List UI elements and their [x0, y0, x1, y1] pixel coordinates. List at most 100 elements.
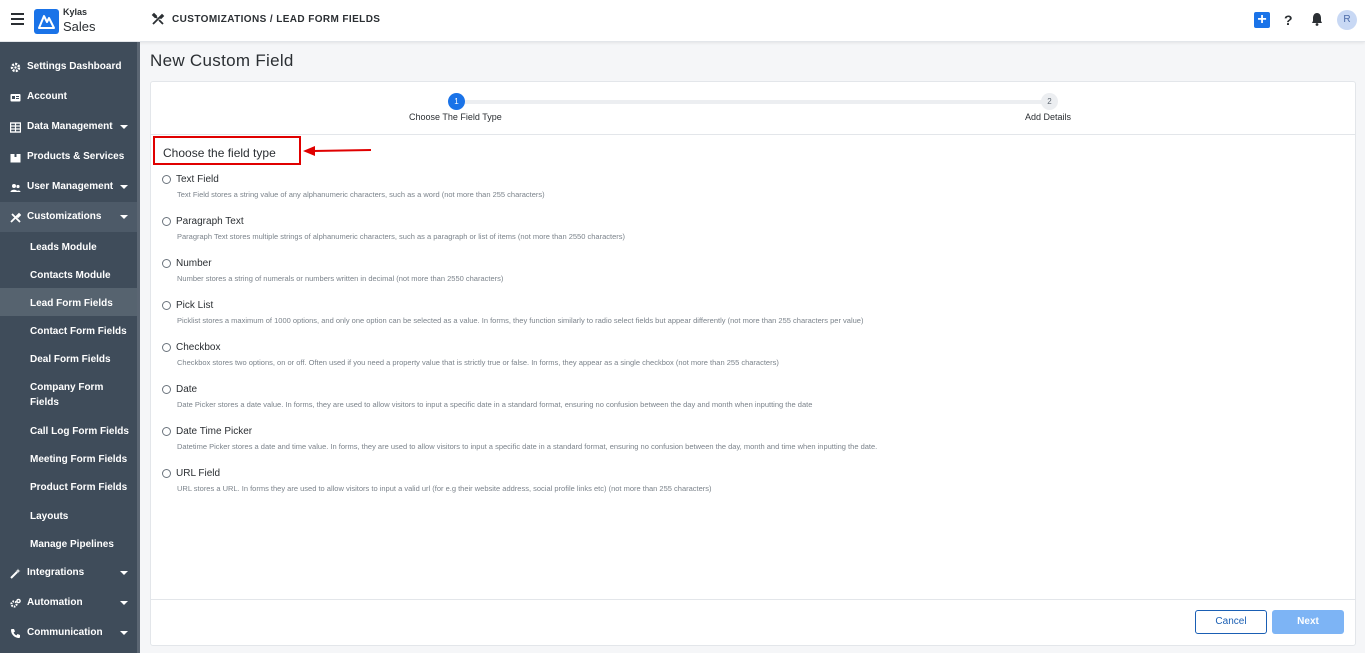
next-button[interactable]: Next: [1272, 610, 1344, 634]
sidebar-item-user-management[interactable]: User Management: [0, 172, 137, 202]
id-card-icon: [10, 92, 21, 103]
sidebar-item-label: Data Management: [27, 121, 113, 132]
sidebar-subitem-label: Company Form Fields: [30, 382, 104, 408]
option-description: Checkbox stores two options, on or off. …: [177, 358, 779, 367]
option-description: Paragraph Text stores multiple strings o…: [177, 232, 625, 241]
step-1-indicator: 1: [448, 93, 465, 110]
sidebar-item-label: User Management: [27, 181, 114, 192]
sidebar-item-label: Account: [27, 91, 67, 102]
radio-button[interactable]: [162, 301, 171, 310]
sidebar-item-automation[interactable]: Automation: [0, 588, 137, 618]
radio-button[interactable]: [162, 175, 171, 184]
field-type-option-text-field[interactable]: Text Field Text Field stores a string va…: [162, 174, 1062, 208]
field-type-option-pick-list[interactable]: Pick List Picklist stores a maximum of 1…: [162, 300, 1062, 334]
step-2-indicator: 2: [1041, 93, 1058, 110]
field-type-option-paragraph-text[interactable]: Paragraph Text Paragraph Text stores mul…: [162, 216, 1062, 250]
chevron-down-icon: [120, 631, 128, 635]
sidebar-subitem-lead-form-fields[interactable]: Lead Form Fields: [0, 288, 137, 316]
sidebar-item-label: Integrations: [27, 567, 85, 578]
gear-icon: [10, 62, 21, 73]
sidebar-subitem-contacts-module[interactable]: Contacts Module: [0, 260, 137, 288]
radio-button[interactable]: [162, 427, 171, 436]
radio-button[interactable]: [162, 385, 171, 394]
users-icon: [10, 182, 21, 193]
option-name: Date Time Picker: [176, 426, 253, 437]
add-plus-button[interactable]: +: [1254, 12, 1270, 28]
chevron-down-icon: [120, 571, 128, 575]
help-button[interactable]: ?: [1284, 12, 1293, 28]
sidebar-subitem-label: Layouts: [30, 511, 69, 522]
table-icon: [9, 122, 22, 133]
sidebar-subitem-label: Deal Form Fields: [30, 354, 111, 365]
option-name: Date: [176, 384, 198, 395]
divider: [151, 599, 1355, 600]
option-description: Number stores a string of numerals or nu…: [177, 274, 504, 283]
option-name: Pick List: [176, 300, 214, 311]
sidebar-subitem-label: Manage Pipelines: [30, 539, 114, 550]
sidebar-item-label: Products & Services: [27, 151, 125, 162]
brand-name: Kylas: [63, 7, 88, 17]
field-type-option-date-time-picker[interactable]: Date Time Picker Datetime Picker stores …: [162, 426, 1062, 460]
field-type-option-url-field[interactable]: URL Field URL stores a URL. In forms the…: [162, 468, 1062, 502]
tools-icon: [10, 212, 22, 223]
radio-button[interactable]: [162, 259, 171, 268]
bell-icon[interactable]: [1311, 12, 1323, 26]
radio-button[interactable]: [162, 217, 171, 226]
sidebar-subitem-label: Leads Module: [30, 242, 97, 253]
sidebar-item-label: Communication: [27, 627, 103, 638]
radio-button[interactable]: [162, 343, 171, 352]
option-description: URL stores a URL. In forms they are used…: [177, 484, 712, 493]
field-type-option-number[interactable]: Number Number stores a string of numeral…: [162, 258, 1062, 292]
stepper-track: [457, 100, 1050, 104]
sidebar-subitem-layouts[interactable]: Layouts: [0, 501, 137, 529]
option-name: Checkbox: [176, 342, 221, 353]
annotation-arrow-icon: [303, 144, 373, 156]
option-name: URL Field: [176, 468, 221, 479]
section-title-highlight: Choose the field type: [153, 136, 301, 165]
cancel-button[interactable]: Cancel: [1195, 610, 1267, 634]
sidebar-subitem-product-form-fields[interactable]: Product Form Fields: [0, 472, 137, 501]
chevron-down-icon: [120, 215, 128, 219]
sidebar-item-account[interactable]: Account: [0, 82, 137, 112]
field-type-option-date[interactable]: Date Date Picker stores a date value. In…: [162, 384, 1062, 418]
sidebar-item-customizations[interactable]: Customizations: [0, 202, 137, 232]
sidebar-subitem-call-log-form-fields[interactable]: Call Log Form Fields: [0, 416, 137, 444]
sidebar-subitem-label: Product Form Fields: [30, 482, 128, 493]
top-bar: Kylas Sales CUSTOMIZATIONS / LEAD FORM F…: [0, 0, 1365, 42]
radio-button[interactable]: [162, 469, 171, 478]
sidebar-item-settings-dashboard[interactable]: Settings Dashboard: [0, 52, 137, 82]
option-description: Date Picker stores a date value. In form…: [177, 400, 813, 409]
sidebar-item-data-management[interactable]: Data Management: [0, 112, 137, 142]
sidebar-item-label: Customizations: [27, 211, 102, 222]
chevron-down-icon: [120, 125, 128, 129]
sidebar-subitem-deal-form-fields[interactable]: Deal Form Fields: [0, 344, 137, 372]
phone-icon: [10, 628, 21, 639]
step-2-label: Add Details: [1025, 112, 1072, 122]
sidebar-item-integrations[interactable]: Integrations: [0, 558, 137, 588]
sidebar-subitem-meeting-form-fields[interactable]: Meeting Form Fields: [0, 444, 137, 472]
hamburger-menu-icon[interactable]: [11, 13, 24, 25]
chevron-down-icon: [120, 601, 128, 605]
sidebar-subitem-company-form-fields[interactable]: Company Form Fields: [0, 372, 137, 416]
field-type-option-checkbox[interactable]: Checkbox Checkbox stores two options, on…: [162, 342, 1062, 376]
chevron-down-icon: [120, 185, 128, 189]
cogs-icon: [10, 598, 21, 609]
option-name: Number: [176, 258, 212, 269]
sidebar-subitem-manage-pipelines[interactable]: Manage Pipelines: [0, 529, 137, 558]
brand-product: Sales: [63, 19, 96, 34]
sidebar-item-label: Settings Dashboard: [27, 61, 122, 72]
sidebar-item-products-services[interactable]: Products & Services: [0, 142, 137, 172]
sidebar-subitem-leads-module[interactable]: Leads Module: [0, 232, 137, 260]
section-title: Choose the field type: [163, 146, 276, 160]
sidebar-subitem-contact-form-fields[interactable]: Contact Form Fields: [0, 316, 137, 344]
sidebar-subitem-label: Lead Form Fields: [30, 298, 113, 309]
sidebar-subitem-label: Meeting Form Fields: [30, 454, 128, 465]
option-name: Text Field: [176, 174, 219, 185]
sidebar-subitem-label: Contacts Module: [30, 270, 111, 281]
divider: [151, 134, 1355, 135]
sidebar-item-communication[interactable]: Communication: [0, 618, 137, 648]
user-avatar[interactable]: R: [1337, 10, 1357, 30]
wand-icon: [10, 568, 21, 579]
sidebar-item-label: Automation: [27, 597, 83, 608]
sidebar-scrollbar[interactable]: [137, 42, 140, 653]
